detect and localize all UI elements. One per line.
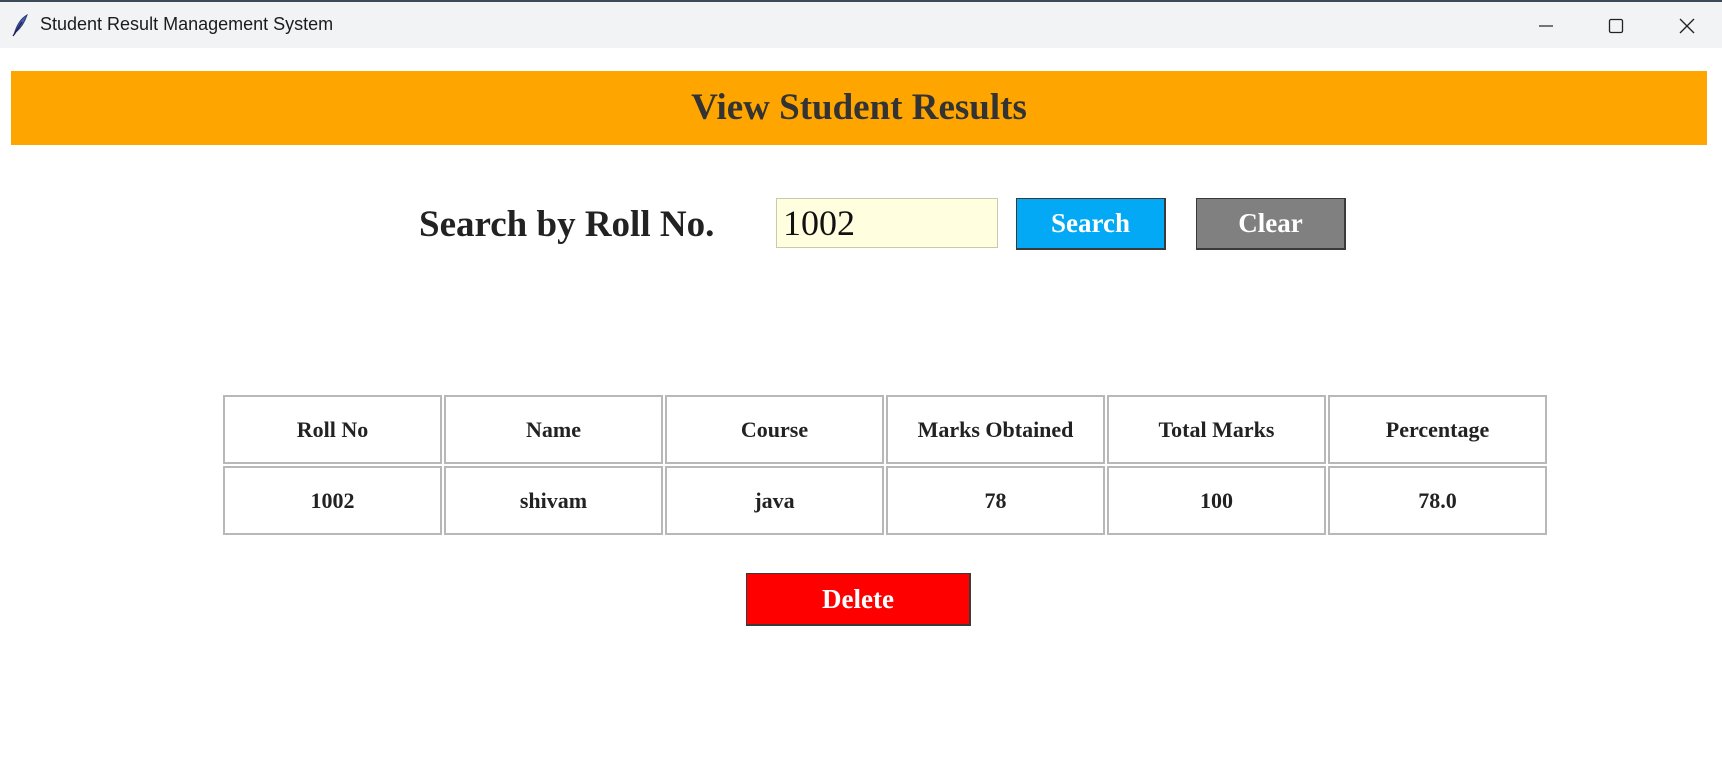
table-cell: 1002 xyxy=(223,466,442,535)
column-header: Percentage xyxy=(1328,395,1547,464)
column-header: Course xyxy=(665,395,884,464)
table-cell: java xyxy=(665,466,884,535)
feather-icon xyxy=(10,13,30,37)
maximize-icon xyxy=(1608,18,1624,34)
search-button[interactable]: Search xyxy=(1016,198,1166,250)
column-header: Total Marks xyxy=(1107,395,1326,464)
minimize-icon xyxy=(1539,25,1553,27)
header-banner: View Student Results xyxy=(11,71,1707,145)
minimize-button[interactable] xyxy=(1511,4,1581,48)
close-icon xyxy=(1679,18,1695,34)
column-header: Roll No xyxy=(223,395,442,464)
table-header-row: Roll No Name Course Marks Obtained Total… xyxy=(223,395,1547,464)
column-header: Marks Obtained xyxy=(886,395,1105,464)
column-header: Name xyxy=(444,395,663,464)
window-title: Student Result Management System xyxy=(40,14,334,34)
delete-button[interactable]: Delete xyxy=(746,573,971,626)
table-cell: shivam xyxy=(444,466,663,535)
close-button[interactable] xyxy=(1652,4,1722,48)
table-cell: 78.0 xyxy=(1328,466,1547,535)
title-bar: Student Result Management System xyxy=(0,2,1722,48)
roll-no-input[interactable] xyxy=(776,198,998,248)
maximize-button[interactable] xyxy=(1581,4,1651,48)
table-cell: 100 xyxy=(1107,466,1326,535)
search-label: Search by Roll No. xyxy=(419,204,715,245)
table-cell: 78 xyxy=(886,466,1105,535)
table-row[interactable]: 1002 shivam java 78 100 78.0 xyxy=(223,466,1547,535)
results-table: Roll No Name Course Marks Obtained Total… xyxy=(221,393,1549,537)
page-title: View Student Results xyxy=(691,87,1027,128)
clear-button[interactable]: Clear xyxy=(1196,198,1346,250)
